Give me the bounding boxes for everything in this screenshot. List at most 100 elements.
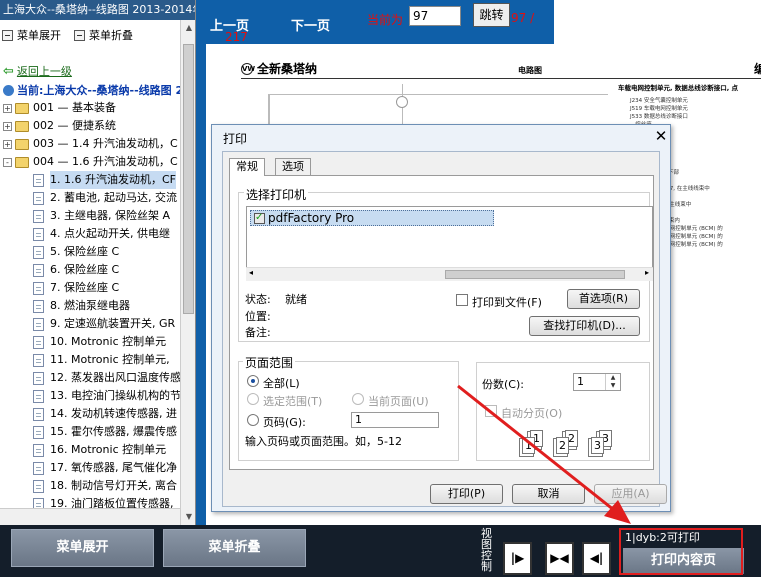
tree-item-label: 9. 定速巡航装置开关, GR bbox=[50, 317, 176, 330]
folder-icon bbox=[15, 102, 29, 114]
page-range-input[interactable]: 1 bbox=[351, 412, 439, 428]
scroll-right-icon[interactable]: ▸ bbox=[645, 268, 649, 277]
tree-item[interactable]: 2. 蓄电池, 起动马达, 交流 bbox=[0, 189, 180, 207]
back-link[interactable]: ⇦ 返回上一级 bbox=[3, 63, 72, 79]
tree-item[interactable]: 14. 发动机转速传感器, 进 bbox=[0, 405, 180, 423]
vw-logo-icon: VW bbox=[241, 62, 256, 75]
tab-options[interactable]: 选项 bbox=[275, 158, 311, 176]
document-icon bbox=[33, 245, 44, 259]
tree-item-label: 6. 保险丝座 C bbox=[50, 263, 120, 276]
tree-collapse-menu-button[interactable]: 菜单折叠 bbox=[74, 27, 133, 43]
cancel-button[interactable]: 取消 bbox=[512, 484, 585, 504]
range-pages-radio[interactable] bbox=[247, 414, 259, 426]
tree-item[interactable]: 8. 燃油泵继电器 bbox=[0, 297, 180, 315]
jump-button[interactable]: 跳转 bbox=[473, 3, 510, 27]
document-icon bbox=[33, 281, 44, 295]
folder-icon bbox=[15, 120, 29, 132]
tree-item[interactable]: 11. Motronic 控制单元, bbox=[0, 351, 180, 369]
current-page-label: 当前为 bbox=[367, 13, 404, 27]
tab-general[interactable]: 常规 bbox=[229, 158, 265, 176]
scroll-left-icon[interactable]: ◂ bbox=[249, 268, 253, 277]
tree-item-label: 2. 蓄电池, 起动马达, 交流 bbox=[50, 191, 177, 204]
tree-item[interactable]: 17. 氧传感器, 尾气催化净 bbox=[0, 459, 180, 477]
tree-item[interactable]: 7. 保险丝座 C bbox=[0, 279, 180, 297]
tree-folder[interactable]: + 002 — 便捷系统 bbox=[0, 117, 180, 135]
tree-folder[interactable]: - 004 — 1.6 升汽油发动机，C bbox=[0, 153, 180, 171]
tree-item-label: 10. Motronic 控制单元 bbox=[50, 335, 167, 348]
tree-item[interactable]: 1. 1.6 升汽油发动机，CF bbox=[0, 171, 180, 189]
tree-item[interactable]: 15. 霍尔传感器, 爆震传感 bbox=[0, 423, 180, 441]
tree-folder[interactable]: + 003 — 1.4 升汽油发动机，C bbox=[0, 135, 180, 153]
printer-name: pdfFactory Pro bbox=[268, 211, 355, 225]
tree-item[interactable]: 12. 蒸发器出风口温度传感 bbox=[0, 369, 180, 387]
document-icon bbox=[33, 407, 44, 421]
range-selection-label: 选定范围(T) bbox=[263, 395, 323, 408]
tree-item-label: 18. 制动信号灯开关, 离合 bbox=[50, 479, 177, 492]
expand-toggle-icon[interactable]: + bbox=[3, 139, 12, 149]
page-total-b: 217 bbox=[225, 30, 248, 44]
annotation-highlight-box bbox=[619, 528, 743, 575]
bottom-menu-collapse-button[interactable]: 菜单折叠 bbox=[163, 529, 306, 567]
print-to-file-checkbox[interactable] bbox=[456, 294, 468, 306]
print-button[interactable]: 打印(P) bbox=[430, 484, 503, 504]
tree-horizontal-scrollbar[interactable] bbox=[0, 508, 180, 525]
tree-item-label: 12. 蒸发器出风口温度传感 bbox=[50, 371, 180, 384]
tree-item[interactable]: 13. 电控油门操纵机构的节 bbox=[0, 387, 180, 405]
tree-item[interactable]: 9. 定速巡航装置开关, GR bbox=[0, 315, 180, 333]
tree-item-label: 15. 霍尔传感器, 爆震传感 bbox=[50, 425, 177, 438]
scroll-thumb[interactable] bbox=[445, 270, 625, 279]
expand-icon bbox=[2, 29, 13, 41]
tree-item[interactable]: 6. 保险丝座 C bbox=[0, 261, 180, 279]
tree-folder[interactable]: + 001 — 基本装备 bbox=[0, 99, 180, 117]
next-page-button[interactable]: 下一页 bbox=[291, 15, 330, 34]
preferences-button[interactable]: 首选项(R) bbox=[567, 289, 640, 309]
wiring-line bbox=[268, 94, 608, 95]
tree-item-label: 8. 燃油泵继电器 bbox=[50, 299, 130, 312]
range-all-radio[interactable] bbox=[247, 375, 259, 387]
printer-item-pdffactory[interactable]: pdfFactory Pro bbox=[250, 210, 494, 226]
back-arrow-icon: ⇦ bbox=[3, 63, 14, 79]
document-icon bbox=[33, 335, 44, 349]
expand-toggle-icon[interactable]: + bbox=[3, 121, 12, 131]
document-legend-line: J519 车载电网控制单元 bbox=[630, 106, 688, 112]
tree-expand-menu-button[interactable]: 菜单展开 bbox=[2, 27, 61, 43]
scroll-thumb[interactable] bbox=[183, 44, 194, 314]
collate-checkbox[interactable] bbox=[485, 405, 497, 417]
bottom-menu-expand-button[interactable]: 菜单展开 bbox=[11, 529, 154, 567]
tree-item[interactable]: 4. 点火起动开关, 供电继 bbox=[0, 225, 180, 243]
view-split-icon[interactable]: ▶◀ bbox=[545, 542, 574, 575]
tree-item[interactable]: 5. 保险丝座 C bbox=[0, 243, 180, 261]
tree-item[interactable]: 18. 制动信号灯开关, 离合 bbox=[0, 477, 180, 495]
range-current-radio[interactable] bbox=[352, 393, 364, 405]
printer-list-scrollbar[interactable]: ◂ ▸ bbox=[246, 267, 653, 281]
scroll-down-icon[interactable]: ▼ bbox=[181, 509, 195, 525]
tree-item[interactable]: 16. Motronic 控制单元 bbox=[0, 441, 180, 459]
page-range-hint: 输入页码或页面范围。如，5-12 bbox=[245, 435, 402, 448]
page-total-a: 97 / bbox=[511, 11, 535, 25]
document-icon bbox=[33, 479, 44, 493]
close-icon[interactable]: ✕ bbox=[653, 127, 669, 145]
find-printer-button[interactable]: 查找打印机(D)... bbox=[529, 316, 640, 336]
tree-item-label: 5. 保险丝座 C bbox=[50, 245, 120, 258]
document-icon bbox=[33, 227, 44, 241]
tree-item[interactable]: 10. Motronic 控制单元 bbox=[0, 333, 180, 351]
tree-vertical-scrollbar[interactable]: ▲ ▼ bbox=[180, 20, 195, 525]
document-title-text: 全新桑塔纳 bbox=[257, 62, 318, 76]
apply-button[interactable]: 应用(A) bbox=[594, 484, 667, 504]
collapse-toggle-icon[interactable]: - bbox=[3, 157, 12, 167]
page-number-input[interactable]: 97 bbox=[409, 6, 461, 26]
select-printer-title: 选择打印机 bbox=[244, 186, 309, 203]
copies-spinner[interactable]: ▲ ▼ bbox=[605, 374, 620, 390]
page-range-title: 页面范围 bbox=[243, 354, 296, 371]
tree-item[interactable]: 3. 主继电器, 保险丝架 A bbox=[0, 207, 180, 225]
view-control-label: 视图控制 bbox=[481, 527, 492, 573]
panel-divider[interactable] bbox=[196, 0, 206, 525]
page-navigation-bar: 上一页 下一页 当前为 97 跳转 97 / bbox=[206, 0, 554, 44]
view-prev-icon[interactable]: ◀| bbox=[582, 542, 611, 575]
globe-icon bbox=[3, 84, 14, 96]
scroll-up-icon[interactable]: ▲ bbox=[181, 20, 195, 36]
view-next-icon[interactable]: |▶ bbox=[503, 542, 532, 575]
range-selection-radio[interactable] bbox=[247, 393, 259, 405]
document-legend-line: J234 安全气囊控制单元 bbox=[630, 98, 688, 104]
expand-toggle-icon[interactable]: + bbox=[3, 103, 12, 113]
